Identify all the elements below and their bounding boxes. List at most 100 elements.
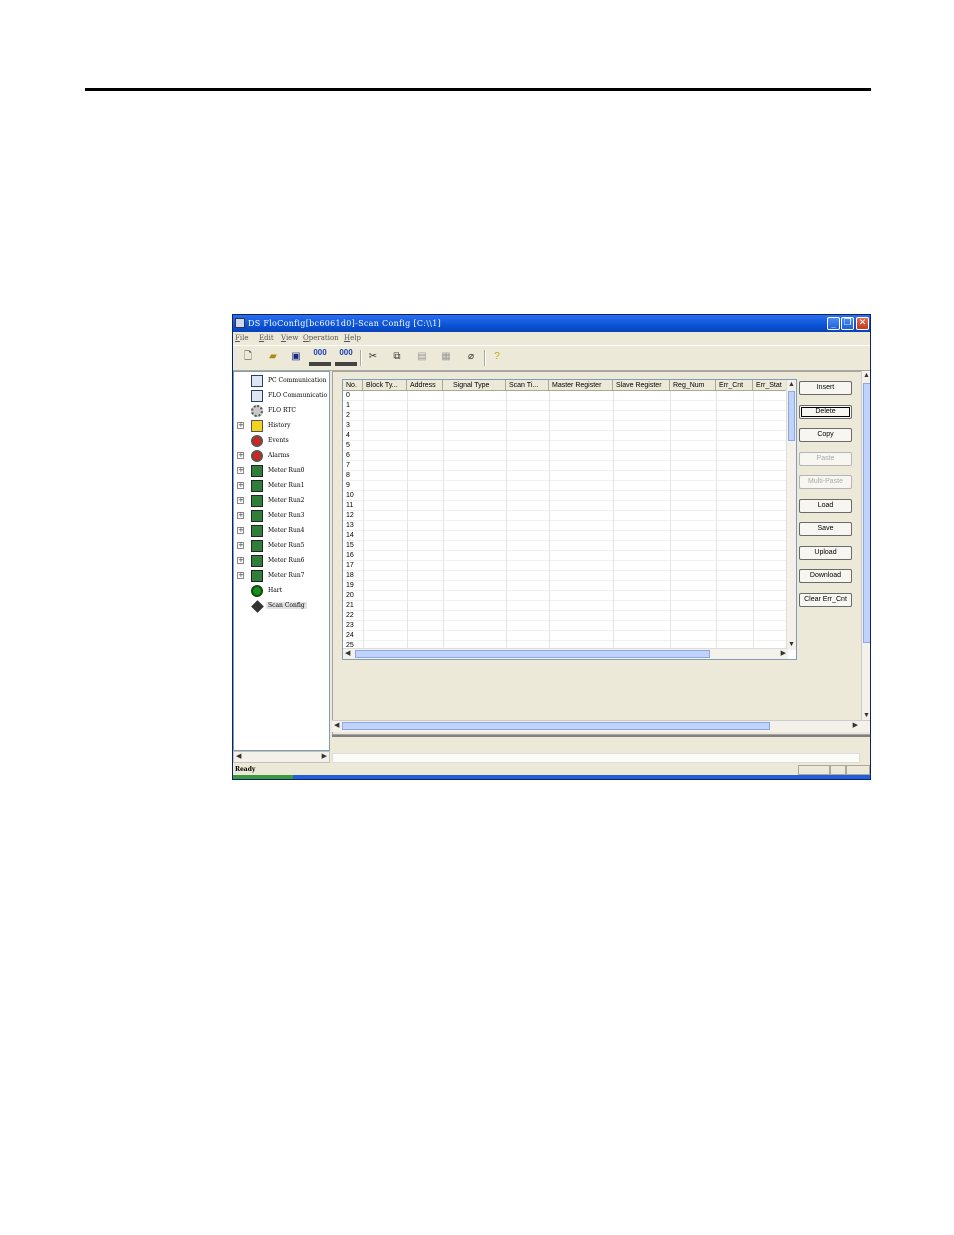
column-header[interactable]: Scan Ti... <box>506 380 549 391</box>
tree-item-label: Meter Run3 <box>268 512 305 519</box>
computer-icon <box>251 390 263 402</box>
tree-item-label: Meter Run5 <box>268 542 305 549</box>
expand-icon[interactable]: + <box>237 452 244 459</box>
navigation-tree[interactable]: PC Communication FLO Communicatio FLO RT… <box>233 371 330 751</box>
scan-config-panel: No. Block Ty... Address Signal Type Scan… <box>332 371 870 735</box>
erase-icon[interactable]: ⌀ <box>464 350 478 364</box>
app-window: DS FloConfig[bc6061d0]-Scan Config [C:\\… <box>232 314 871 780</box>
scroll-left-icon[interactable]: ◀ <box>334 721 339 731</box>
load-button[interactable]: Load <box>799 499 852 513</box>
tree-item-label: History <box>268 422 291 429</box>
start-button[interactable] <box>233 775 293 779</box>
paste-icon[interactable]: ▤ <box>415 350 429 364</box>
expand-icon[interactable]: + <box>237 527 244 534</box>
meter-icon <box>251 525 263 537</box>
scroll-thumb[interactable] <box>342 722 770 730</box>
tree-item-label: Meter Run1 <box>268 482 305 489</box>
app-icon <box>235 318 245 328</box>
scroll-right-icon[interactable]: ▶ <box>853 721 858 731</box>
column-header[interactable]: Err_Cnt <box>716 380 753 391</box>
panel-horizontal-scrollbar[interactable]: ◀ ▶ <box>332 720 870 732</box>
new-file-icon[interactable]: 🗋 <box>241 350 255 364</box>
scroll-down-icon[interactable]: ▼ <box>788 640 795 650</box>
tree-item-label: Meter Run0 <box>268 467 305 474</box>
output-horizontal-scrollbar[interactable] <box>332 753 860 763</box>
status-pane <box>830 765 846 775</box>
help-icon[interactable]: ? <box>490 350 504 364</box>
copy-icon[interactable]: ⧉ <box>390 350 404 364</box>
clear-err-cnt-button[interactable]: Clear Err_Cnt <box>799 593 852 607</box>
maximize-button[interactable]: ❐ <box>841 317 854 330</box>
scroll-thumb[interactable] <box>863 383 870 643</box>
disconnect-icon[interactable]: 000 <box>335 348 357 366</box>
expand-icon[interactable]: + <box>237 512 244 519</box>
expand-icon[interactable]: + <box>237 557 244 564</box>
insert-button[interactable]: Insert <box>799 381 852 395</box>
paste-button[interactable]: Paste <box>799 452 852 466</box>
output-pane <box>332 735 870 763</box>
scan-config-grid[interactable]: No. Block Ty... Address Signal Type Scan… <box>342 379 797 660</box>
status-pane <box>798 765 830 775</box>
scroll-thumb[interactable] <box>788 391 795 441</box>
status-pane <box>846 765 870 775</box>
history-icon <box>251 420 263 432</box>
connect-icon[interactable]: 000 <box>309 348 331 366</box>
grid-column-line <box>443 391 444 650</box>
expand-icon[interactable]: + <box>237 422 244 429</box>
column-header[interactable]: Block Ty... <box>363 380 407 391</box>
toolbar-separator <box>360 350 362 366</box>
expand-icon[interactable]: + <box>237 467 244 474</box>
grid-column-line <box>753 391 754 650</box>
title-bar[interactable]: DS FloConfig[bc6061d0]-Scan Config [C:\\… <box>233 315 870 332</box>
grid-horizontal-scrollbar[interactable]: ◀ ▶ <box>343 648 788 659</box>
column-header[interactable]: No. <box>343 380 363 391</box>
cut-icon[interactable]: ✂ <box>366 350 380 364</box>
meter-icon <box>251 480 263 492</box>
tree-item-label: Events <box>268 437 289 444</box>
menu-help[interactable]: Help <box>344 332 361 344</box>
menu-edit[interactable]: Edit <box>259 332 274 344</box>
grid-body[interactable]: 0 1 2 3 4 5 6 7 8 9 10 11 12 13 14 15 16 17 18 19 20 21 22 23 24… <box>343 391 788 651</box>
scroll-left-icon[interactable]: ◀ <box>345 649 350 659</box>
column-header[interactable]: Address <box>407 380 443 391</box>
multi-paste-icon[interactable]: ▦ <box>439 350 453 364</box>
scroll-up-icon[interactable]: ▲ <box>863 371 870 381</box>
multi-paste-button[interactable]: Multi-Paste <box>799 475 852 489</box>
minimize-button[interactable]: _ <box>827 317 840 330</box>
scroll-up-icon[interactable]: ▲ <box>788 380 795 390</box>
scroll-left-icon[interactable]: ◀ <box>236 752 241 762</box>
expand-icon[interactable]: + <box>237 572 244 579</box>
scroll-thumb[interactable] <box>355 650 710 658</box>
panel-vertical-scrollbar[interactable]: ▲ ▼ <box>861 371 870 721</box>
meter-icon <box>251 495 263 507</box>
expand-icon[interactable]: + <box>237 497 244 504</box>
delete-button[interactable]: Delete <box>799 405 852 419</box>
menu-file[interactable]: File <box>235 332 248 344</box>
copy-button[interactable]: Copy <box>799 428 852 442</box>
window-title: DS FloConfig[bc6061d0]-Scan Config [C:\\… <box>248 319 442 328</box>
tree-item-label: Meter Run6 <box>268 557 305 564</box>
gear-icon <box>251 405 263 417</box>
menu-operation[interactable]: Operation <box>303 332 339 344</box>
menu-view[interactable]: View <box>281 332 298 344</box>
save-button[interactable]: Save <box>799 522 852 536</box>
scroll-right-icon[interactable]: ▶ <box>781 649 786 659</box>
column-header[interactable]: Err_Stat <box>753 380 788 391</box>
column-header[interactable]: Slave Register <box>613 380 670 391</box>
grid-column-line <box>506 391 507 650</box>
upload-button[interactable]: Upload <box>799 546 852 560</box>
grid-vertical-scrollbar[interactable]: ▲ ▼ <box>786 380 796 650</box>
column-header[interactable]: Signal Type <box>443 380 506 391</box>
tree-item-label: Scan Config <box>266 602 307 609</box>
column-header[interactable]: Master Register <box>549 380 613 391</box>
expand-icon[interactable]: + <box>237 542 244 549</box>
download-button[interactable]: Download <box>799 569 852 583</box>
tree-horizontal-scrollbar[interactable]: ◀ ▶ <box>233 751 330 763</box>
close-button[interactable]: ✕ <box>856 317 869 330</box>
expand-icon[interactable]: + <box>237 482 244 489</box>
toolbar: 🗋 ▰ ▣ 000 000 ✂ ⧉ ▤ ▦ ⌀ ? <box>233 345 870 371</box>
scroll-right-icon[interactable]: ▶ <box>322 752 327 762</box>
column-header[interactable]: Reg_Num <box>670 380 716 391</box>
open-folder-icon[interactable]: ▰ <box>266 350 280 364</box>
save-disk-icon[interactable]: ▣ <box>289 350 303 364</box>
